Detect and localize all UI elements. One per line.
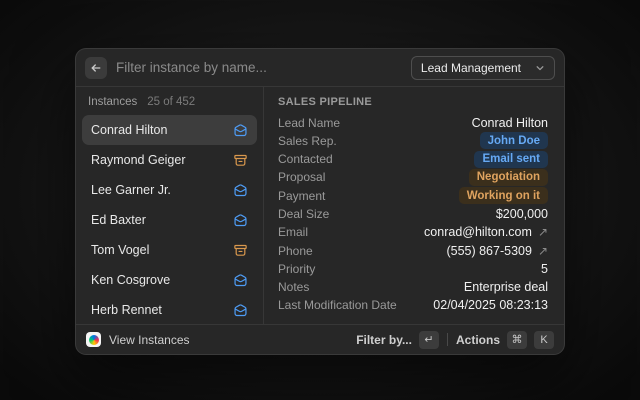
detail-value: Conrad Hilton — [472, 116, 548, 130]
search-input[interactable] — [116, 60, 411, 75]
instance-name: Conrad Hilton — [91, 123, 167, 137]
archive-icon — [233, 153, 248, 168]
instances-list-pane: Instances 25 of 452 Conrad Hilton Raymond… — [76, 87, 263, 324]
instance-name: Raymond Geiger — [91, 153, 186, 167]
detail-value-text: Enterprise deal — [464, 280, 548, 294]
filter-by-label: Filter by... — [356, 333, 412, 347]
actions-label: Actions — [456, 333, 500, 347]
detail-value-text: $200,000 — [496, 207, 548, 221]
detail-value: Negotiation — [469, 169, 548, 186]
command-palette-window: Lead Management Instances 25 of 452 Conr… — [75, 48, 565, 355]
detail-label: Email — [278, 225, 308, 239]
command-key-icon: ⌘ — [507, 331, 527, 349]
detail-row: Email conrad@hilton.com ↗ — [278, 224, 548, 241]
instance-name: Lee Garner Jr. — [91, 183, 171, 197]
chevron-down-icon — [535, 63, 545, 73]
detail-value: 02/04/2025 08:23:13 — [433, 298, 548, 312]
inbox-icon — [233, 123, 248, 138]
footer-actions: Filter by... ↵ Actions ⌘ K — [356, 331, 554, 349]
external-link-icon: ↗ — [538, 244, 548, 258]
instance-name: Tom Vogel — [91, 243, 149, 257]
list-item[interactable]: Lee Garner Jr. — [82, 175, 257, 205]
instance-name: Ed Baxter — [91, 213, 146, 227]
detail-label: Deal Size — [278, 207, 329, 221]
instance-name: Ken Cosgrove — [91, 273, 170, 287]
detail-value-text: 5 — [541, 262, 548, 276]
detail-row: Lead Name Conrad Hilton — [278, 114, 548, 131]
instances-list: Conrad Hilton Raymond Geiger Lee Garner Jr… — [82, 115, 257, 325]
detail-label: Lead Name — [278, 116, 340, 130]
detail-label: Contacted — [278, 152, 333, 166]
list-item[interactable]: Ken Cosgrove — [82, 265, 257, 295]
external-link-icon: ↗ — [538, 225, 548, 239]
detail-value-text: 02/04/2025 08:23:13 — [433, 298, 548, 312]
detail-value[interactable]: (555) 867-5309 ↗ — [446, 244, 548, 258]
detail-value: John Doe — [480, 132, 548, 149]
inbox-icon — [233, 183, 248, 198]
actions-button[interactable]: Actions ⌘ K — [456, 331, 554, 349]
detail-value: $200,000 — [496, 207, 548, 221]
collection-dropdown[interactable]: Lead Management — [411, 56, 555, 80]
footer-app-button[interactable]: View Instances — [86, 332, 190, 347]
inbox-icon — [233, 273, 248, 288]
detail-value[interactable]: conrad@hilton.com ↗ — [424, 225, 548, 239]
detail-rows: Lead Name Conrad Hilton Sales Rep. John Doe… — [278, 114, 548, 318]
detail-label: Priority — [278, 262, 315, 276]
list-title: Instances — [88, 96, 137, 108]
detail-label: Notes — [278, 280, 309, 294]
list-item[interactable]: Tom Vogel — [82, 235, 257, 265]
detail-value-text: conrad@hilton.com — [424, 225, 532, 239]
detail-row: Last Modification Date 02/04/2025 08:23:1… — [278, 297, 548, 314]
filter-by-button[interactable]: Filter by... ↵ — [356, 331, 439, 349]
list-count: 25 of 452 — [147, 96, 195, 108]
detail-row: Sales Rep. John Doe — [278, 132, 548, 149]
detail-label: Last Modification Date — [278, 298, 397, 312]
arrow-left-icon — [90, 62, 102, 74]
detail-value: Enterprise deal — [464, 280, 548, 294]
detail-label: Phone — [278, 244, 313, 258]
inbox-icon — [233, 213, 248, 228]
footer-app-label: View Instances — [109, 333, 190, 347]
search-bar: Lead Management — [76, 49, 564, 86]
app-logo-icon — [86, 332, 101, 347]
detail-value-text: Conrad Hilton — [472, 116, 548, 130]
content-area: Instances 25 of 452 Conrad Hilton Raymond… — [76, 87, 564, 324]
footer-bar: View Instances Filter by... ↵ Actions ⌘ … — [76, 324, 564, 354]
status-badge: Email sent — [474, 151, 548, 168]
detail-label: Payment — [278, 189, 325, 203]
archive-icon — [233, 243, 248, 258]
status-badge: Negotiation — [469, 169, 548, 186]
k-key-icon: K — [534, 331, 554, 349]
list-header: Instances 25 of 452 — [82, 94, 257, 115]
detail-label: Proposal — [278, 170, 325, 184]
detail-value: Working on it — [459, 187, 548, 204]
status-badge: John Doe — [480, 132, 548, 149]
detail-row: Proposal Negotiation — [278, 169, 548, 186]
detail-label: Sales Rep. — [278, 134, 337, 148]
return-key-icon: ↵ — [419, 331, 439, 349]
instance-name: Herb Rennet — [91, 303, 162, 317]
inbox-icon — [233, 303, 248, 318]
section-title: SALES PIPELINE — [278, 96, 548, 114]
dropdown-label: Lead Management — [421, 61, 521, 75]
list-item[interactable]: Conrad Hilton — [82, 115, 257, 145]
list-item[interactable]: Herb Rennet — [82, 295, 257, 325]
list-item[interactable]: Ed Baxter — [82, 205, 257, 235]
detail-row: Deal Size $200,000 — [278, 205, 548, 222]
detail-row: Payment Working on it — [278, 187, 548, 204]
detail-row: Phone (555) 867-5309 ↗ — [278, 242, 548, 259]
footer-separator — [447, 333, 448, 346]
detail-value-text: (555) 867-5309 — [446, 244, 531, 258]
detail-value: Email sent — [474, 151, 548, 168]
detail-value: 5 — [541, 262, 548, 276]
detail-pane: SALES PIPELINE Lead Name Conrad Hilton Sal… — [264, 87, 564, 324]
back-button[interactable] — [85, 57, 107, 79]
detail-row: Priority 5 — [278, 260, 548, 277]
list-item[interactable]: Raymond Geiger — [82, 145, 257, 175]
status-badge: Working on it — [459, 187, 548, 204]
detail-row: Notes Enterprise deal — [278, 279, 548, 296]
detail-row: Contacted Email sent — [278, 151, 548, 168]
